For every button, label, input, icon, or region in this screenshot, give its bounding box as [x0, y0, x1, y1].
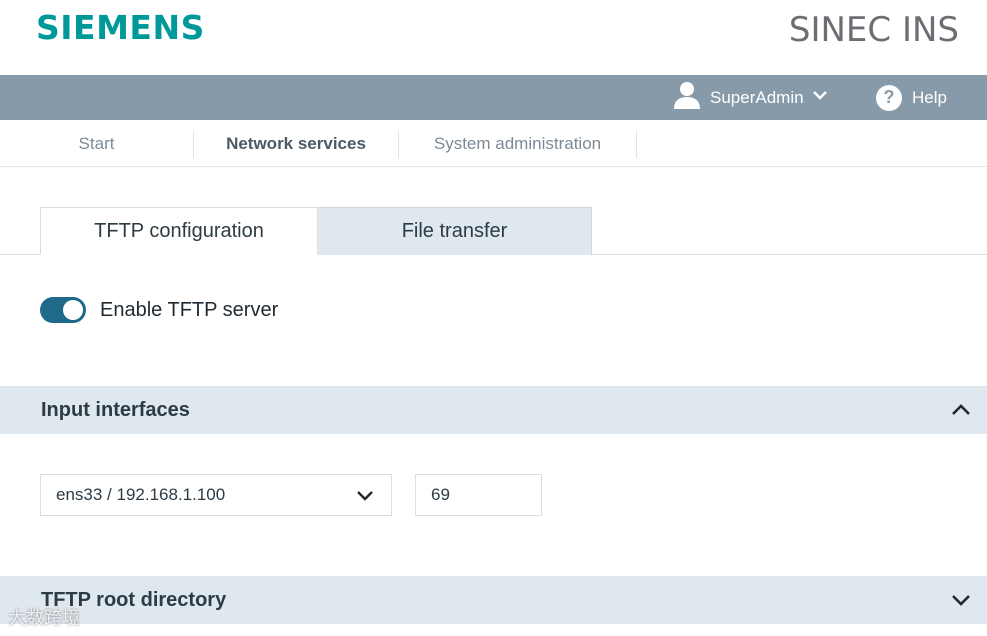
chevron-down-icon [949, 588, 973, 612]
enable-tftp-label: Enable TFTP server [100, 298, 279, 321]
nav-item-network-services[interactable]: Network services [194, 120, 398, 167]
enable-tftp-row: Enable TFTP server [40, 295, 278, 325]
help-icon: ? [876, 84, 902, 111]
tab-file-transfer[interactable]: File transfer [317, 207, 592, 255]
watermark: 大数跨境 [8, 608, 80, 629]
main-navigation: Start Network services System administra… [0, 120, 987, 167]
siemens-logo: SIEMENS [36, 8, 205, 47]
section-input-interfaces[interactable]: Input interfaces [0, 386, 987, 434]
help-button[interactable]: ? Help [876, 75, 947, 120]
help-label: Help [912, 87, 947, 107]
app-header: SIEMENS SINEC INS [0, 0, 987, 75]
user-bar: SuperAdmin ? Help [0, 75, 987, 120]
nav-item-system-administration[interactable]: System administration [399, 120, 636, 167]
chevron-down-icon [812, 87, 828, 108]
port-input[interactable] [415, 474, 542, 516]
user-icon [672, 80, 702, 115]
interface-select-value: ens33 / 192.168.1.100 [56, 485, 226, 504]
user-name: SuperAdmin [710, 87, 804, 107]
enable-tftp-toggle[interactable] [40, 297, 86, 323]
product-title: SINEC INS [788, 10, 959, 50]
section-title: Input interfaces [41, 398, 190, 421]
toggle-knob [63, 300, 83, 320]
user-menu-button[interactable]: SuperAdmin [672, 75, 828, 120]
tab-tftp-configuration[interactable]: TFTP configuration [40, 207, 318, 255]
chevron-down-icon [355, 485, 375, 505]
nav-item-start[interactable]: Start [0, 120, 193, 167]
chevron-up-icon [949, 398, 973, 422]
section-tftp-root-directory[interactable]: TFTP root directory [0, 576, 987, 624]
interface-select[interactable]: ens33 / 192.168.1.100 [40, 474, 392, 516]
nav-divider [636, 131, 637, 158]
